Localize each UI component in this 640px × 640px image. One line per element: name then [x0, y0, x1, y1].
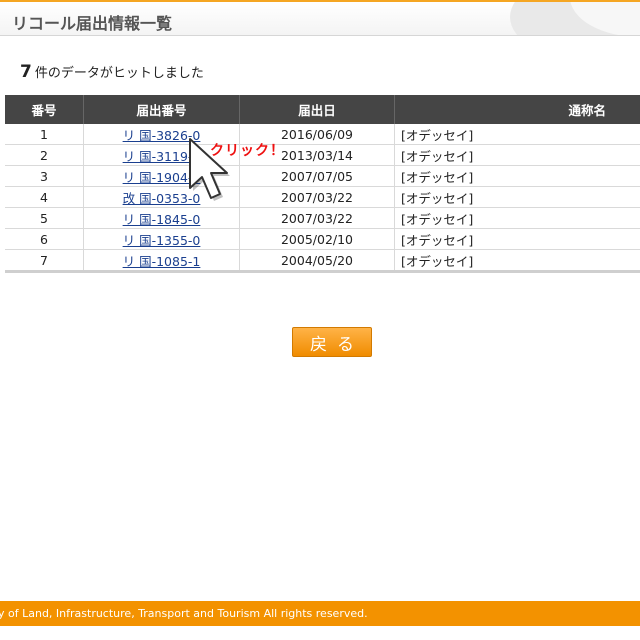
cell-number: 5 [5, 207, 84, 229]
cell-date: 2007/03/22 [239, 186, 395, 208]
report-link[interactable]: リ 国-1845-0 [123, 212, 201, 227]
page-title: リコール届出情報一覧 [12, 14, 173, 33]
cell-date: 2005/02/10 [239, 228, 395, 250]
cell-report-number: リ 国-1845-0 [83, 207, 240, 229]
cell-report-number: リ 国-1355-0 [83, 228, 240, 250]
cell-number: 6 [5, 228, 84, 250]
cell-common-name: [オデッセイ] [394, 124, 640, 145]
back-button[interactable]: 戻る [292, 327, 372, 357]
cell-date: 2007/07/05 [239, 165, 395, 187]
table-row: 3 リ 国-1904-0 2007/07/05 [オデッセイ] [5, 165, 640, 187]
cell-date: 2004/05/20 [239, 249, 395, 273]
title-bar: リコール届出情報一覧 [0, 0, 640, 36]
table-header-row: 番号 届出番号 届出日 通称名 [5, 95, 640, 124]
cell-report-number: リ 国-1085-1 [83, 249, 240, 273]
cell-common-name: [オデッセイ] [394, 144, 640, 166]
table-row: 6 リ 国-1355-0 2005/02/10 [オデッセイ] [5, 228, 640, 250]
column-header-common-name: 通称名 [394, 95, 640, 124]
column-header-report-number: 届出番号 [83, 95, 240, 124]
table-row: 7 リ 国-1085-1 2004/05/20 [オデッセイ] [5, 249, 640, 273]
table-row: 4 改 国-0353-0 2007/03/22 [オデッセイ] [5, 186, 640, 208]
cell-number: 3 [5, 165, 84, 187]
table-row: 5 リ 国-1845-0 2007/03/22 [オデッセイ] [5, 207, 640, 229]
result-count-number: 7 [20, 62, 32, 82]
copyright-text: y of Land, Infrastructure, Transport and… [0, 607, 368, 620]
recall-table: 番号 届出番号 届出日 通称名 1 リ 国-3826-0 2016/06/09 … [5, 95, 640, 273]
cell-common-name: [オデッセイ] [394, 228, 640, 250]
result-count: 7 件のデータがヒットしました [20, 62, 204, 82]
table-row: 1 リ 国-3826-0 2016/06/09 [オデッセイ] [5, 124, 640, 145]
result-count-text: 件のデータがヒットしました [34, 66, 204, 81]
cell-common-name: [オデッセイ] [394, 186, 640, 208]
column-header-report-date: 届出日 [239, 95, 395, 124]
table-row: 2 リ 国-3119-0 2013/03/14 [オデッセイ] [5, 144, 640, 166]
cell-common-name: [オデッセイ] [394, 207, 640, 229]
cell-number: 4 [5, 186, 84, 208]
report-link[interactable]: リ 国-1085-1 [123, 254, 201, 269]
cell-date: 2007/03/22 [239, 207, 395, 229]
cell-common-name: [オデッセイ] [394, 249, 640, 273]
column-header-number: 番号 [5, 95, 84, 124]
click-annotation: クリック！ [210, 143, 285, 159]
footer: y of Land, Infrastructure, Transport and… [0, 601, 640, 626]
cell-common-name: [オデッセイ] [394, 165, 640, 187]
report-link[interactable]: リ 国-1355-0 [123, 233, 201, 248]
cell-number: 1 [5, 124, 84, 145]
cell-number: 2 [5, 144, 84, 166]
cell-number: 7 [5, 249, 84, 273]
